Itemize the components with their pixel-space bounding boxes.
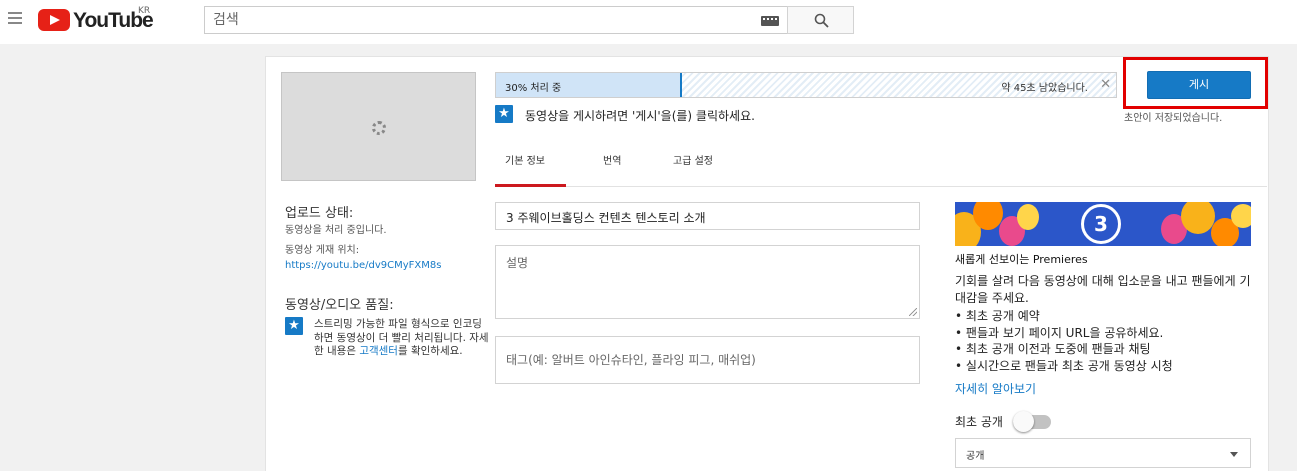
list-item: 팬들과 보기 페이지 URL을 공유하세요.: [955, 325, 1173, 342]
tab-bar: 기본 정보 번역 고급 설정: [495, 137, 1267, 187]
video-location-label: 동영상 게재 위치:: [285, 245, 360, 256]
search-box: [204, 6, 788, 34]
title-value: 3 주웨이브홀딩스 컨텐츠 텐스토리 소개: [506, 211, 706, 225]
list-item: 최초 공개 이전과 도중에 팬들과 채팅: [955, 341, 1173, 358]
premieres-feature-list: 최초 공개 예약 팬들과 보기 페이지 URL을 공유하세요. 최초 공개 이전…: [955, 308, 1173, 374]
description-field[interactable]: 설명: [495, 245, 920, 319]
premieres-title: 새롭게 선보이는 Premieres: [955, 253, 1088, 266]
premieres-description: 기회를 살려 다음 동영상에 대해 입소문을 내고 팬들에게 기대감을 주세요.: [955, 274, 1251, 305]
tab-advanced-settings[interactable]: 고급 설정: [673, 152, 713, 167]
quality-note-text-end: 를 확인하세요.: [397, 345, 463, 357]
premieres-countdown-badge: 3: [1081, 204, 1121, 244]
video-url-link[interactable]: https://youtu.be/dv9CMyFXM8s: [285, 260, 441, 271]
play-logo-icon: [38, 9, 70, 31]
premieres-banner: 3: [955, 202, 1251, 246]
logo-region: KR: [138, 6, 151, 16]
search-input[interactable]: [205, 7, 745, 33]
tags-field[interactable]: 태그(예: 알버트 아인슈타인, 플라잉 피그, 매쉬업): [495, 336, 920, 384]
draft-saved-status: 초안이 저장되었습니다.: [1124, 113, 1223, 124]
loading-spinner-icon: [372, 121, 386, 135]
list-item: 최초 공개 예약: [955, 308, 1173, 325]
description-placeholder: 설명: [506, 256, 529, 270]
star-icon: ★: [495, 105, 513, 123]
chevron-down-icon: [1230, 452, 1238, 457]
cancel-upload-icon[interactable]: ✕: [1100, 77, 1111, 93]
quality-note: 스트리밍 가능한 파일 형식으로 인코딩하면 동영상이 더 빨리 처리됩니다. …: [314, 318, 489, 359]
masthead: YouTube KR: [0, 0, 1297, 44]
tab-translation[interactable]: 번역: [603, 152, 621, 167]
search-button[interactable]: [787, 6, 854, 34]
upload-status-text: 동영상을 처리 중입니다.: [285, 225, 387, 236]
premiere-toggle-label: 최초 공개: [955, 415, 1003, 429]
active-tab-indicator: [495, 184, 566, 187]
hamburger-menu-icon[interactable]: [8, 12, 22, 26]
time-remaining: 약 45초 남았습니다.: [1001, 83, 1088, 94]
list-item: 실시간으로 팬들과 최초 공개 동영상 시청: [955, 358, 1173, 375]
video-thumbnail: [281, 72, 476, 181]
quality-heading: 동영상/오디오 품질:: [285, 298, 394, 313]
upload-card: 업로드 상태: 동영상을 처리 중입니다. 동영상 게재 위치: https:/…: [265, 56, 1269, 471]
visibility-value: 공개: [966, 451, 985, 462]
keyboard-icon[interactable]: [761, 16, 779, 26]
tags-placeholder: 태그(예: 알버트 아인슈타인, 플라잉 피그, 매쉬업): [506, 353, 756, 367]
upload-status-heading: 업로드 상태:: [285, 206, 354, 221]
progress-label: 30% 처리 중: [505, 83, 562, 94]
learn-more-link[interactable]: 자세히 알아보기: [955, 380, 1036, 397]
help-center-link[interactable]: 고객센터: [359, 345, 398, 357]
search-icon: [814, 13, 829, 28]
star-icon: ★: [285, 317, 303, 335]
resize-handle-icon[interactable]: [909, 308, 917, 316]
publish-hint: 동영상을 게시하려면 '게시'을(를) 클릭하세요.: [525, 109, 755, 123]
publish-button[interactable]: 게시: [1147, 71, 1251, 99]
tab-basic-info[interactable]: 기본 정보: [505, 152, 545, 167]
premiere-toggle-knob[interactable]: [1013, 411, 1034, 432]
visibility-select[interactable]: 공개: [955, 438, 1251, 468]
processing-progress-bar: 30% 처리 중 약 45초 남았습니다. ✕: [495, 72, 1117, 98]
title-field[interactable]: 3 주웨이브홀딩스 컨텐츠 텐스토리 소개: [495, 202, 920, 230]
